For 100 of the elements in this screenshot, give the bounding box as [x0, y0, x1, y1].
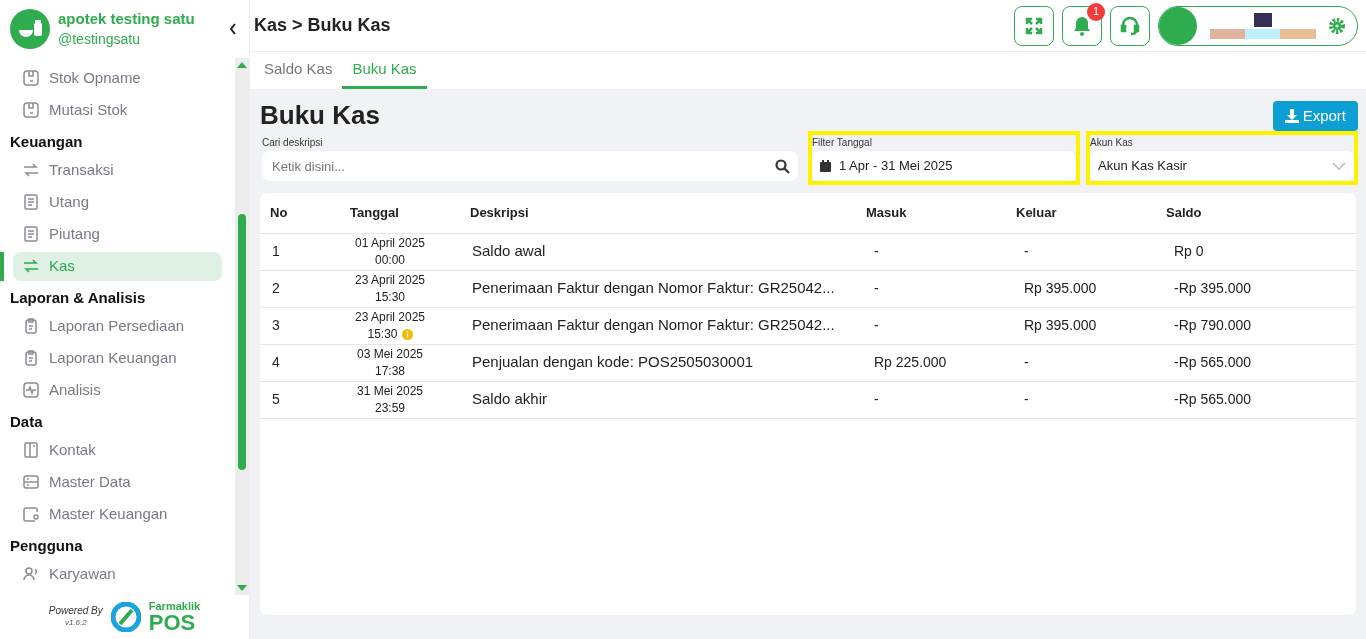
page-title: Buku Kas	[260, 99, 380, 131]
field-label: Filter Tanggal	[812, 136, 873, 150]
logo-text: Farmaklik	[148, 600, 201, 612]
time-text: 15:30	[375, 288, 405, 306]
support-button[interactable]	[1110, 5, 1150, 46]
sidebar-section-title: Pengguna	[9, 536, 84, 556]
notification-button[interactable]: 1	[1062, 5, 1102, 46]
table-cell: -	[1016, 381, 1166, 418]
sidebar-item[interactable]: Kontak	[13, 435, 222, 465]
table-cell: 2	[260, 270, 350, 307]
table-cell: -	[866, 307, 1016, 344]
sidebar-section-title: Keuangan	[9, 132, 84, 152]
store-name: apotek testing satu	[58, 9, 196, 29]
scroll-up-icon[interactable]	[237, 62, 247, 68]
box-icon	[21, 100, 41, 120]
table-cell: -Rp 565.000	[1166, 381, 1356, 418]
date-text: 23 April 2025	[353, 271, 427, 289]
tab[interactable]: Saldo Kas	[254, 53, 343, 89]
column-header: No	[260, 193, 350, 233]
column-header: Masuk	[866, 193, 1016, 233]
sidebar-item[interactable]: Master Data	[13, 467, 222, 497]
sidebar-item[interactable]: Stok Opname	[13, 63, 222, 93]
chevron-down-icon	[1332, 162, 1346, 170]
export-button[interactable]: Export	[1272, 101, 1358, 131]
time-text: 17:38	[375, 362, 405, 380]
date-text: 03 Mei 2025	[355, 345, 424, 363]
field-label: Cari deskripsi	[262, 136, 324, 150]
time-text: 15:30	[367, 325, 398, 343]
table-cell: -	[866, 381, 1016, 418]
settings-icon[interactable]	[1329, 17, 1345, 34]
table-cell: Penjualan dengan kode: POS2505030001	[470, 344, 866, 381]
sidebar-item[interactable]: Analisis	[13, 375, 222, 405]
sidebar-item[interactable]: Transaksi	[13, 155, 222, 185]
active-indicator	[0, 252, 4, 281]
store-handle: @testingsatu	[58, 30, 141, 49]
table-cell: -Rp 395.000	[1166, 270, 1356, 307]
time-text: 23:59	[375, 399, 405, 417]
info-icon[interactable]	[401, 328, 413, 340]
brand-logo	[10, 9, 50, 49]
sidebar-item[interactable]: Master Keuangan	[13, 499, 222, 529]
collapse-icon[interactable]	[229, 23, 237, 35]
breadcrumb: Kas > Buku Kas	[254, 14, 392, 37]
sidebar-item[interactable]: Laporan Keuangan	[13, 343, 222, 373]
table-cell: 4	[260, 344, 350, 381]
column-header: Tanggal	[350, 193, 470, 233]
sidebar-item[interactable]: Utang	[13, 187, 222, 217]
table-cell: -Rp 790.000	[1166, 307, 1356, 344]
sidebar-item[interactable]: Karyawan	[13, 559, 222, 589]
sidebar-section-title: Laporan & Analisis	[9, 288, 147, 308]
column-header: Saldo	[1166, 193, 1356, 233]
scrollbar[interactable]	[235, 58, 249, 595]
table-cell: Rp 225.000	[866, 344, 1016, 381]
date-text: 01 April 2025	[353, 234, 427, 252]
search-field[interactable]: Ketik disini...	[262, 151, 798, 181]
headset-icon	[1120, 15, 1140, 36]
table-cell: 5	[260, 381, 350, 418]
logo-text: POS	[148, 611, 196, 634]
date-text: 31 Mei 2025	[355, 382, 424, 400]
list-icon	[21, 472, 41, 492]
calendar-icon	[820, 160, 831, 172]
table-cell: Saldo akhir	[470, 381, 866, 418]
table-cell: Rp 395.000	[1016, 307, 1166, 344]
sidebar-section-title: Data	[9, 412, 44, 432]
table-cell: -Rp 565.000	[1166, 344, 1356, 381]
search-icon[interactable]	[775, 159, 790, 174]
bell-icon	[1073, 15, 1091, 36]
table-cell: -	[866, 233, 1016, 270]
sidebar-item[interactable]: Mutasi Stok	[13, 95, 222, 125]
column-header: Deskripsi	[470, 193, 866, 233]
table-cell: Saldo awal	[470, 233, 866, 270]
avatar	[1159, 6, 1197, 45]
table-cell: -	[866, 270, 1016, 307]
pulse-icon	[21, 380, 41, 400]
table-cell: Rp 395.000	[1016, 270, 1166, 307]
fullscreen-button[interactable]	[1014, 5, 1054, 46]
field-label: Akun Kas	[1090, 136, 1134, 150]
table-cell: 1	[260, 233, 350, 270]
date-range-field[interactable]: 1 Apr - 31 Mei 2025	[812, 151, 1076, 181]
dropdown[interactable]: Akun Kas Kasir	[1090, 151, 1354, 181]
table-cell: -	[1016, 344, 1166, 381]
version-text: v1.6.2	[64, 617, 87, 629]
table-cell: Rp 0	[1166, 233, 1356, 270]
table-cell: 3	[260, 307, 350, 344]
notification-badge: 1	[1087, 2, 1105, 21]
sidebar-item[interactable]: Laporan Persediaan	[13, 311, 222, 341]
sidebar-item[interactable]: Kas	[13, 251, 222, 281]
box-icon	[21, 68, 41, 88]
column-header: Keluar	[1016, 193, 1166, 233]
receipt-icon	[21, 192, 41, 212]
time-text: 00:00	[375, 251, 405, 269]
receipt-icon	[21, 224, 41, 244]
date-text: 23 April 2025	[353, 308, 427, 326]
expand-icon	[1025, 16, 1043, 35]
powered-by-text: Powered By	[48, 605, 103, 617]
scroll-down-icon[interactable]	[237, 585, 247, 591]
sidebar-item[interactable]: Piutang	[13, 219, 222, 249]
table-cell: Penerimaan Faktur dengan Nomor Faktur: GR25042...	[470, 307, 866, 344]
table-cell: -	[1016, 233, 1166, 270]
book-icon	[21, 440, 41, 460]
download-icon	[1284, 109, 1299, 123]
